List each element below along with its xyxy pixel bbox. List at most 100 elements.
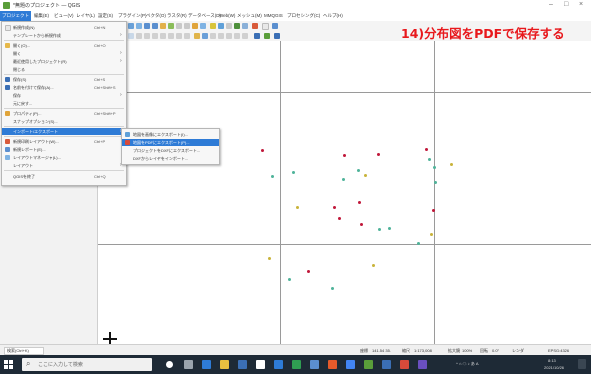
menu-item-open[interactable]: 開く(O)... Ctrl+O [2, 42, 126, 49]
map-point[interactable] [432, 209, 435, 212]
menu-plugins[interactable]: プラグイン(P) [118, 13, 147, 19]
map-point[interactable] [357, 169, 360, 172]
menu-mmqgis[interactable]: MMQGIS [264, 13, 283, 18]
menu-item-new-from-template[interactable]: テンプレートから新規作成 › [2, 32, 126, 39]
pan-to-selection-icon[interactable] [136, 23, 142, 29]
delete-selected-icon[interactable] [160, 33, 166, 39]
menu-item-open-from[interactable]: 開く › [2, 50, 126, 57]
map-point[interactable] [425, 148, 428, 151]
map-point[interactable] [388, 227, 391, 230]
clock-time[interactable]: 8:13 [548, 358, 556, 363]
menu-layer[interactable]: レイヤ(L) [76, 13, 95, 19]
map-point[interactable] [360, 223, 363, 226]
notification-icon[interactable] [578, 359, 586, 369]
label-tool-icon[interactable] [194, 33, 200, 39]
map-point[interactable] [343, 154, 346, 157]
scale-value[interactable]: 1:173,008 [414, 348, 432, 353]
rotation-value[interactable]: 0.0° [492, 348, 499, 353]
vertex-tool-icon[interactable] [152, 33, 158, 39]
menu-web[interactable]: Web(W) [219, 13, 235, 18]
minimize-button[interactable]: – [549, 1, 553, 8]
pan-tool-icon[interactable] [128, 23, 134, 29]
map-point[interactable] [338, 217, 341, 220]
copy-features-icon[interactable] [176, 33, 182, 39]
zoom-layer-icon[interactable] [168, 23, 174, 29]
zoom-full-icon[interactable] [160, 23, 166, 29]
python-console-icon[interactable] [254, 33, 260, 39]
taskbar-search-box[interactable]: ⌕ ここに入力して検索 [22, 358, 152, 371]
measure-icon[interactable] [252, 23, 258, 29]
map-point[interactable] [428, 158, 431, 161]
menu-item-save[interactable]: 保存(S) Ctrl+S [2, 76, 126, 83]
menu-help[interactable]: ヘルプ(H) [323, 13, 343, 19]
system-tray[interactable]: ^ ⌂ ☁ ♪ あ A [456, 361, 479, 367]
map-point[interactable] [331, 287, 334, 290]
menu-item-recent[interactable]: 最近使用したプロジェクト(R) › [2, 58, 126, 65]
menu-item-new[interactable]: 新規作成(N) Ctrl+N [2, 24, 126, 31]
map-point[interactable] [268, 257, 271, 260]
menu-processing[interactable]: プロセシング(C) [287, 13, 320, 19]
submenu-export-image[interactable]: 地図を画像にエクスポート(I)... [122, 131, 219, 138]
menu-item-exit[interactable]: QGISを終了 Ctrl+Q [2, 173, 126, 180]
cortana-icon[interactable] [166, 361, 173, 368]
map-point[interactable] [372, 264, 375, 267]
deselect-icon[interactable] [226, 23, 232, 29]
menu-item-layouts[interactable]: レイアウト › [2, 162, 126, 169]
georeferencer-icon[interactable] [264, 33, 270, 39]
menu-settings[interactable]: 設定(S) [98, 13, 113, 19]
refresh-icon[interactable] [200, 23, 206, 29]
locator-search-input[interactable]: 検索(Ctrl+K) [4, 347, 44, 355]
map-point[interactable] [288, 278, 291, 281]
qgis-taskbar-icon[interactable] [364, 360, 373, 369]
save-edits-icon[interactable] [136, 33, 142, 39]
map-point[interactable] [364, 174, 367, 177]
menu-edit[interactable]: 編集(E) [34, 13, 49, 19]
maximize-button[interactable]: □ [564, 1, 568, 8]
close-button[interactable]: × [579, 1, 583, 8]
map-point[interactable] [430, 233, 433, 236]
map-point[interactable] [296, 206, 299, 209]
map-point[interactable] [417, 242, 420, 245]
map-point[interactable] [342, 178, 345, 181]
zoom-last-icon[interactable] [176, 23, 182, 29]
annotation-icon[interactable] [262, 23, 269, 30]
outlook-icon[interactable] [310, 360, 319, 369]
menu-item-layout-manager[interactable]: レイアウトマネージャ(L)... [2, 154, 126, 161]
store-icon[interactable] [238, 360, 247, 369]
render-checkbox[interactable]: レンダ [512, 348, 524, 354]
menu-item-close[interactable]: 閉じる [2, 66, 126, 73]
map-point[interactable] [377, 153, 380, 156]
paste-features-icon[interactable] [184, 33, 190, 39]
edge-browser-icon[interactable] [202, 360, 211, 369]
acrobat-icon[interactable] [400, 360, 409, 369]
statistics-icon[interactable] [242, 23, 248, 29]
label-change-icon[interactable] [226, 33, 232, 39]
identify-icon[interactable] [210, 23, 216, 29]
menu-item-new-report[interactable]: 新規レポート(E)... [2, 146, 126, 153]
edit-pencil-icon[interactable] [128, 33, 134, 39]
file-explorer-icon[interactable] [220, 360, 229, 369]
cut-features-icon[interactable] [168, 33, 174, 39]
zoom-next-icon[interactable] [184, 23, 190, 29]
menu-item-snapping[interactable]: スナップオプション(S)... [2, 118, 126, 125]
submenu-export-dxf[interactable]: プロジェクトをDXFにエクスポート... [122, 147, 219, 154]
grid-plugin-icon[interactable] [274, 33, 280, 39]
windows-start-icon[interactable] [4, 360, 13, 369]
map-point[interactable] [433, 166, 436, 169]
map-canvas[interactable] [98, 41, 591, 344]
word-icon[interactable] [274, 360, 283, 369]
teams-icon[interactable] [382, 360, 391, 369]
label-show-icon[interactable] [234, 33, 240, 39]
submenu-export-pdf[interactable]: 地図をPDFにエクスポート(P)... [122, 139, 219, 146]
map-point[interactable] [358, 201, 361, 204]
map-tips-icon[interactable] [272, 23, 278, 29]
diagram-icon[interactable] [242, 33, 248, 39]
submenu-import-dxf[interactable]: DXFからレイヤをインポート... [122, 155, 219, 162]
task-view-icon[interactable] [184, 360, 193, 369]
menu-raster[interactable]: ラスタ(R) [167, 13, 187, 19]
menu-project[interactable]: プロジェクト [0, 11, 31, 21]
menu-mesh[interactable]: メッシュ(M) [237, 13, 262, 19]
menu-item-revert[interactable]: 元に戻す... [2, 100, 126, 107]
clock-date[interactable]: 2021/10/26 [544, 365, 564, 370]
menu-item-properties[interactable]: プロパティ(P)... Ctrl+Shift+P [2, 110, 126, 117]
